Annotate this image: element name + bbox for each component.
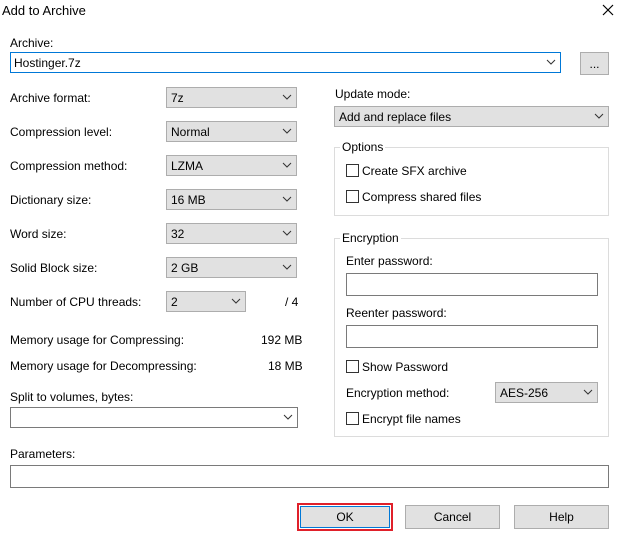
solid-block-size-label: Solid Block size: <box>10 261 98 275</box>
encryption-group-title: Encryption <box>340 231 401 245</box>
dictionary-size-label: Dictionary size: <box>10 193 92 207</box>
archive-format-value: 7z <box>171 91 184 105</box>
chevron-down-icon <box>583 389 593 395</box>
chevron-down-icon <box>282 94 292 100</box>
cpu-threads-select[interactable]: 2 <box>166 291 246 312</box>
archive-format-select[interactable]: 7z <box>166 87 297 108</box>
compression-method-value: LZMA <box>171 159 204 173</box>
cpu-threads-label: Number of CPU threads: <box>10 295 142 309</box>
ok-button-label: OK <box>336 510 354 524</box>
cpu-threads-total: / 4 <box>285 295 299 309</box>
archive-path-value: Hostinger.7z <box>14 56 81 70</box>
create-sfx-label: Create SFX archive <box>362 164 467 178</box>
update-mode-value: Add and replace files <box>339 110 452 124</box>
enter-password-label: Enter password: <box>346 254 433 268</box>
chevron-down-icon <box>283 414 293 420</box>
window-title: Add to Archive <box>2 3 86 18</box>
show-password-label: Show Password <box>362 360 449 374</box>
split-volumes-combo[interactable] <box>10 407 298 428</box>
cancel-button-label: Cancel <box>433 510 472 524</box>
encryption-method-select[interactable]: AES-256 <box>495 382 598 403</box>
browse-button-label: ... <box>589 57 600 71</box>
archive-label: Archive: <box>10 36 54 50</box>
memory-decompress-label: Memory usage for Decompressing: <box>10 359 197 373</box>
update-mode-select[interactable]: Add and replace files <box>334 106 609 127</box>
compression-level-value: Normal <box>171 125 210 139</box>
options-group <box>334 147 609 216</box>
show-password-checkbox[interactable] <box>346 360 359 373</box>
compression-method-label: Compression method: <box>10 159 128 173</box>
archive-path-combo[interactable]: Hostinger.7z <box>10 52 561 73</box>
cancel-button[interactable]: Cancel <box>405 505 500 529</box>
chevron-down-icon <box>282 230 292 236</box>
create-sfx-checkbox[interactable] <box>346 164 359 177</box>
ok-button[interactable]: OK <box>300 506 390 528</box>
parameters-field[interactable] <box>10 465 609 488</box>
encryption-method-label: Encryption method: <box>346 386 450 400</box>
reenter-password-label: Reenter password: <box>346 306 447 320</box>
memory-decompress-value: 18 MB <box>268 359 303 373</box>
update-mode-label: Update mode: <box>335 87 411 101</box>
help-button[interactable]: Help <box>514 505 609 529</box>
chevron-down-icon <box>282 128 292 134</box>
chevron-down-icon <box>282 264 292 270</box>
chevron-down-icon <box>546 59 556 65</box>
word-size-select[interactable]: 32 <box>166 223 297 244</box>
chevron-down-icon <box>594 113 604 119</box>
compress-shared-checkbox[interactable] <box>346 190 359 203</box>
encrypt-file-names-checkbox[interactable] <box>346 412 359 425</box>
browse-button[interactable]: ... <box>580 52 609 75</box>
compression-method-select[interactable]: LZMA <box>166 155 297 176</box>
word-size-value: 32 <box>171 227 185 241</box>
close-icon <box>602 4 614 16</box>
solid-block-size-value: 2 GB <box>171 261 199 275</box>
options-group-title: Options <box>340 140 386 154</box>
chevron-down-icon <box>282 162 292 168</box>
memory-compress-label: Memory usage for Compressing: <box>10 333 185 347</box>
parameters-label: Parameters: <box>10 447 76 461</box>
solid-block-size-select[interactable]: 2 GB <box>166 257 297 278</box>
chevron-down-icon <box>282 196 292 202</box>
archive-format-label: Archive format: <box>10 91 91 105</box>
compression-level-label: Compression level: <box>10 125 113 139</box>
encryption-method-value: AES-256 <box>500 386 549 400</box>
word-size-label: Word size: <box>10 227 67 241</box>
enter-password-field[interactable] <box>346 273 598 296</box>
dictionary-size-value: 16 MB <box>171 193 206 207</box>
close-button[interactable] <box>600 2 616 18</box>
dictionary-size-select[interactable]: 16 MB <box>166 189 297 210</box>
split-volumes-label: Split to volumes, bytes: <box>10 390 134 404</box>
compress-shared-label: Compress shared files <box>362 190 482 204</box>
encrypt-file-names-label: Encrypt file names <box>362 412 461 426</box>
chevron-down-icon <box>231 298 241 304</box>
reenter-password-field[interactable] <box>346 325 598 348</box>
help-button-label: Help <box>549 510 574 524</box>
cpu-threads-value: 2 <box>171 295 178 309</box>
compression-level-select[interactable]: Normal <box>166 121 297 142</box>
memory-compress-value: 192 MB <box>261 333 303 347</box>
